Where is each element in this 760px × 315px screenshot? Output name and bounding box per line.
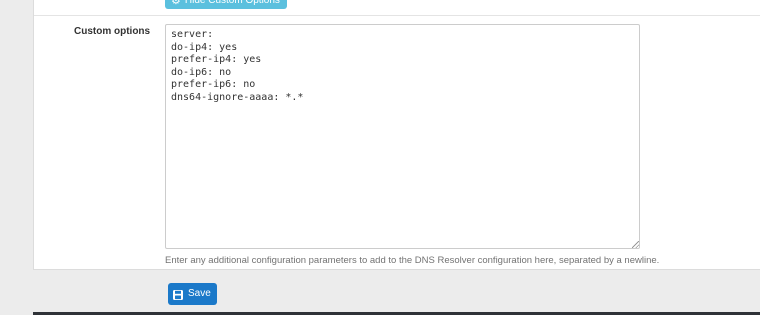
settings-panel: ⚙ Hide Custom Options Custom options ser… — [33, 0, 760, 270]
hide-custom-options-button[interactable]: ⚙ Hide Custom Options — [165, 0, 287, 9]
custom-options-label: Custom options — [74, 26, 151, 37]
custom-options-help-text: Enter any additional configuration param… — [165, 255, 660, 266]
cog-icon: ⚙ — [171, 0, 181, 7]
previous-setting-row: ⚙ Hide Custom Options — [34, 0, 760, 16]
save-button-label: Save — [188, 288, 211, 299]
save-button[interactable]: Save — [168, 283, 217, 305]
hide-custom-options-label: Hide Custom Options — [184, 0, 280, 6]
custom-options-textarea[interactable]: server: do-ip4: yes prefer-ip4: yes do-i… — [165, 24, 640, 249]
floppy-disk-icon — [172, 288, 184, 300]
